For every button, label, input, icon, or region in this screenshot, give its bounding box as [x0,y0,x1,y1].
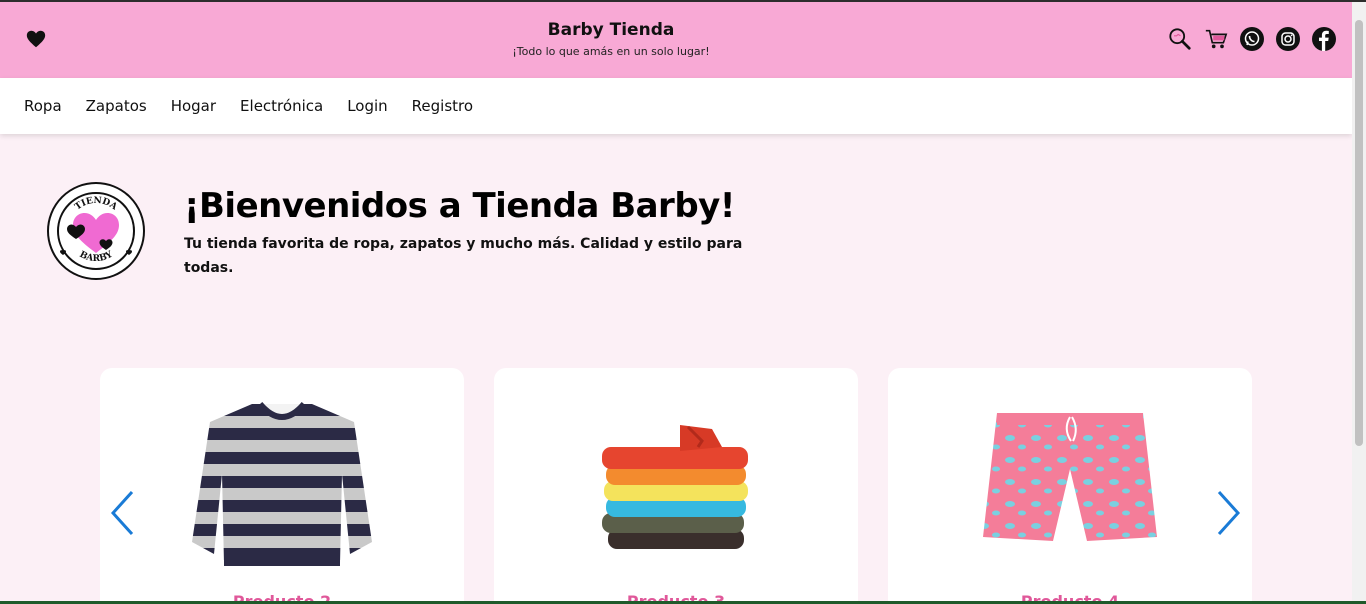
search-icon[interactable] [1168,27,1192,51]
site-subtitle: ¡Todo lo que amás en un solo lugar! [512,45,710,58]
main-nav: Ropa Zapatos Hogar Electrónica Login Reg… [0,78,1352,134]
product-title: Producto 2 [100,592,464,601]
nav-item-ropa[interactable]: Ropa [24,97,62,115]
page: Barby Tienda ¡Todo lo que amás en un sol… [0,2,1352,601]
product-image-sweater[interactable] [162,382,402,582]
scrollbar-thumb[interactable] [1355,20,1363,446]
product-image-shirts[interactable] [556,382,796,582]
nav-item-registro[interactable]: Registro [412,97,473,115]
carousel-next-icon[interactable] [1213,488,1243,538]
brand: Barby Tienda ¡Todo lo que amás en un sol… [0,20,1222,58]
hero: ¡Bienvenidos a Tienda Barby! Tu tienda f… [184,186,744,280]
product-title: Producto 3 [494,592,858,601]
nav-item-zapatos[interactable]: Zapatos [86,97,147,115]
product-title: Producto 4 [888,592,1252,601]
hero-title: ¡Bienvenidos a Tienda Barby! [184,186,735,226]
store-logo: TIENDA BARBY [47,182,145,280]
site-title: Barby Tienda [547,20,675,40]
product-carousel: Producto 2 Producto 3 [100,368,1252,601]
cart-icon[interactable] [1204,27,1228,51]
top-header: Barby Tienda ¡Todo lo que amás en un sol… [0,2,1352,78]
product-card[interactable]: Producto 4 [888,368,1252,601]
product-card[interactable]: Producto 2 [100,368,464,601]
instagram-icon[interactable] [1276,27,1300,51]
nav-item-electronica[interactable]: Electrónica [240,97,323,115]
whatsapp-icon[interactable] [1240,27,1264,51]
header-icons [1168,27,1336,51]
nav-item-hogar[interactable]: Hogar [171,97,216,115]
carousel-prev-icon[interactable] [108,488,138,538]
scrollbar[interactable] [1352,2,1366,601]
product-image-shorts[interactable] [950,382,1190,582]
hero-description: Tu tienda favorita de ropa, zapatos y mu… [184,236,743,276]
nav-item-login[interactable]: Login [347,97,387,115]
facebook-icon[interactable] [1312,27,1336,51]
product-card[interactable]: Producto 3 [494,368,858,601]
